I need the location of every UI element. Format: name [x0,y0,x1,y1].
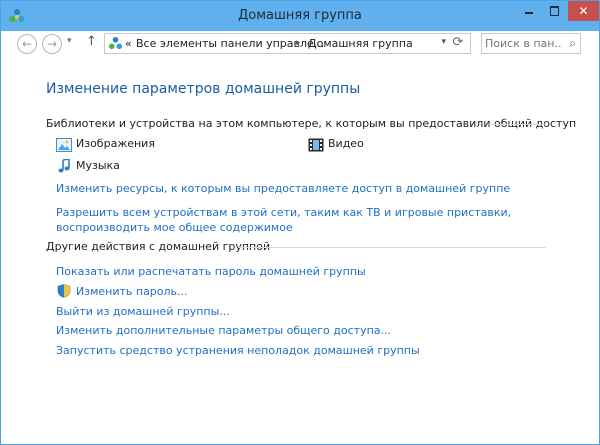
navigation-bar: ← → ▾ ↑ « Все элементы панели управле...… [1,31,599,59]
back-button[interactable]: ← [17,34,37,54]
troubleshooter-link[interactable]: Запустить средство устранения неполадок … [56,344,420,357]
minimize-button[interactable] [516,1,542,21]
video-icon [308,138,324,152]
page-title: Изменение параметров домашней группы [46,81,361,97]
pictures-icon [56,138,72,152]
close-button[interactable]: ✕ [568,1,599,21]
shield-icon [57,284,71,298]
maximize-button[interactable] [542,1,568,21]
forward-button[interactable]: → [42,34,62,54]
section-other-actions-heading: Другие действия с домашней группой [46,240,271,253]
recent-locations-icon[interactable]: ▾ [67,36,72,46]
item-music: Музыка [76,159,120,172]
refresh-icon[interactable]: ⟳ [449,35,467,50]
breadcrumb-separator-icon[interactable]: ▸ [296,38,301,48]
item-video: Видео [328,137,364,150]
search-icon[interactable]: ⌕ [569,36,576,51]
section-divider [239,247,546,248]
address-prefix[interactable]: « [125,37,132,50]
address-bar[interactable]: « Все элементы панели управле... ▸ Домаш… [104,33,471,54]
up-button[interactable]: ↑ [86,34,97,49]
window-title: Домашняя группа [238,8,362,23]
breadcrumb-homegroup[interactable]: Домашняя группа [308,37,413,50]
show-password-link[interactable]: Показать или распечатать пароль домашней… [56,265,366,278]
leave-homegroup-link[interactable]: Выйти из домашней группы... [56,305,230,318]
address-dropdown-icon[interactable]: ▾ [441,37,446,47]
change-password-link[interactable]: Изменить пароль... [76,285,188,298]
item-pictures: Изображения [76,137,155,150]
section-divider [489,124,546,125]
search-box[interactable]: ⌕ [481,33,581,54]
title-bar[interactable]: Домашняя группа ✕ [1,1,599,31]
window: Домашняя группа ✕ ← → ▾ ↑ « Все элементы… [0,0,600,445]
music-icon [58,159,70,173]
change-shared-resources-link[interactable]: Изменить ресурсы, к которым вы предостав… [56,182,510,195]
advanced-sharing-settings-link[interactable]: Изменить дополнительные параметры общего… [56,324,391,337]
control-panel-icon [108,36,123,50]
allow-devices-stream-link[interactable]: Разрешить всем устройствам в этой сети, … [56,205,556,235]
search-input[interactable] [485,36,561,51]
main-content: Изменение параметров домашней группы Биб… [1,59,599,444]
